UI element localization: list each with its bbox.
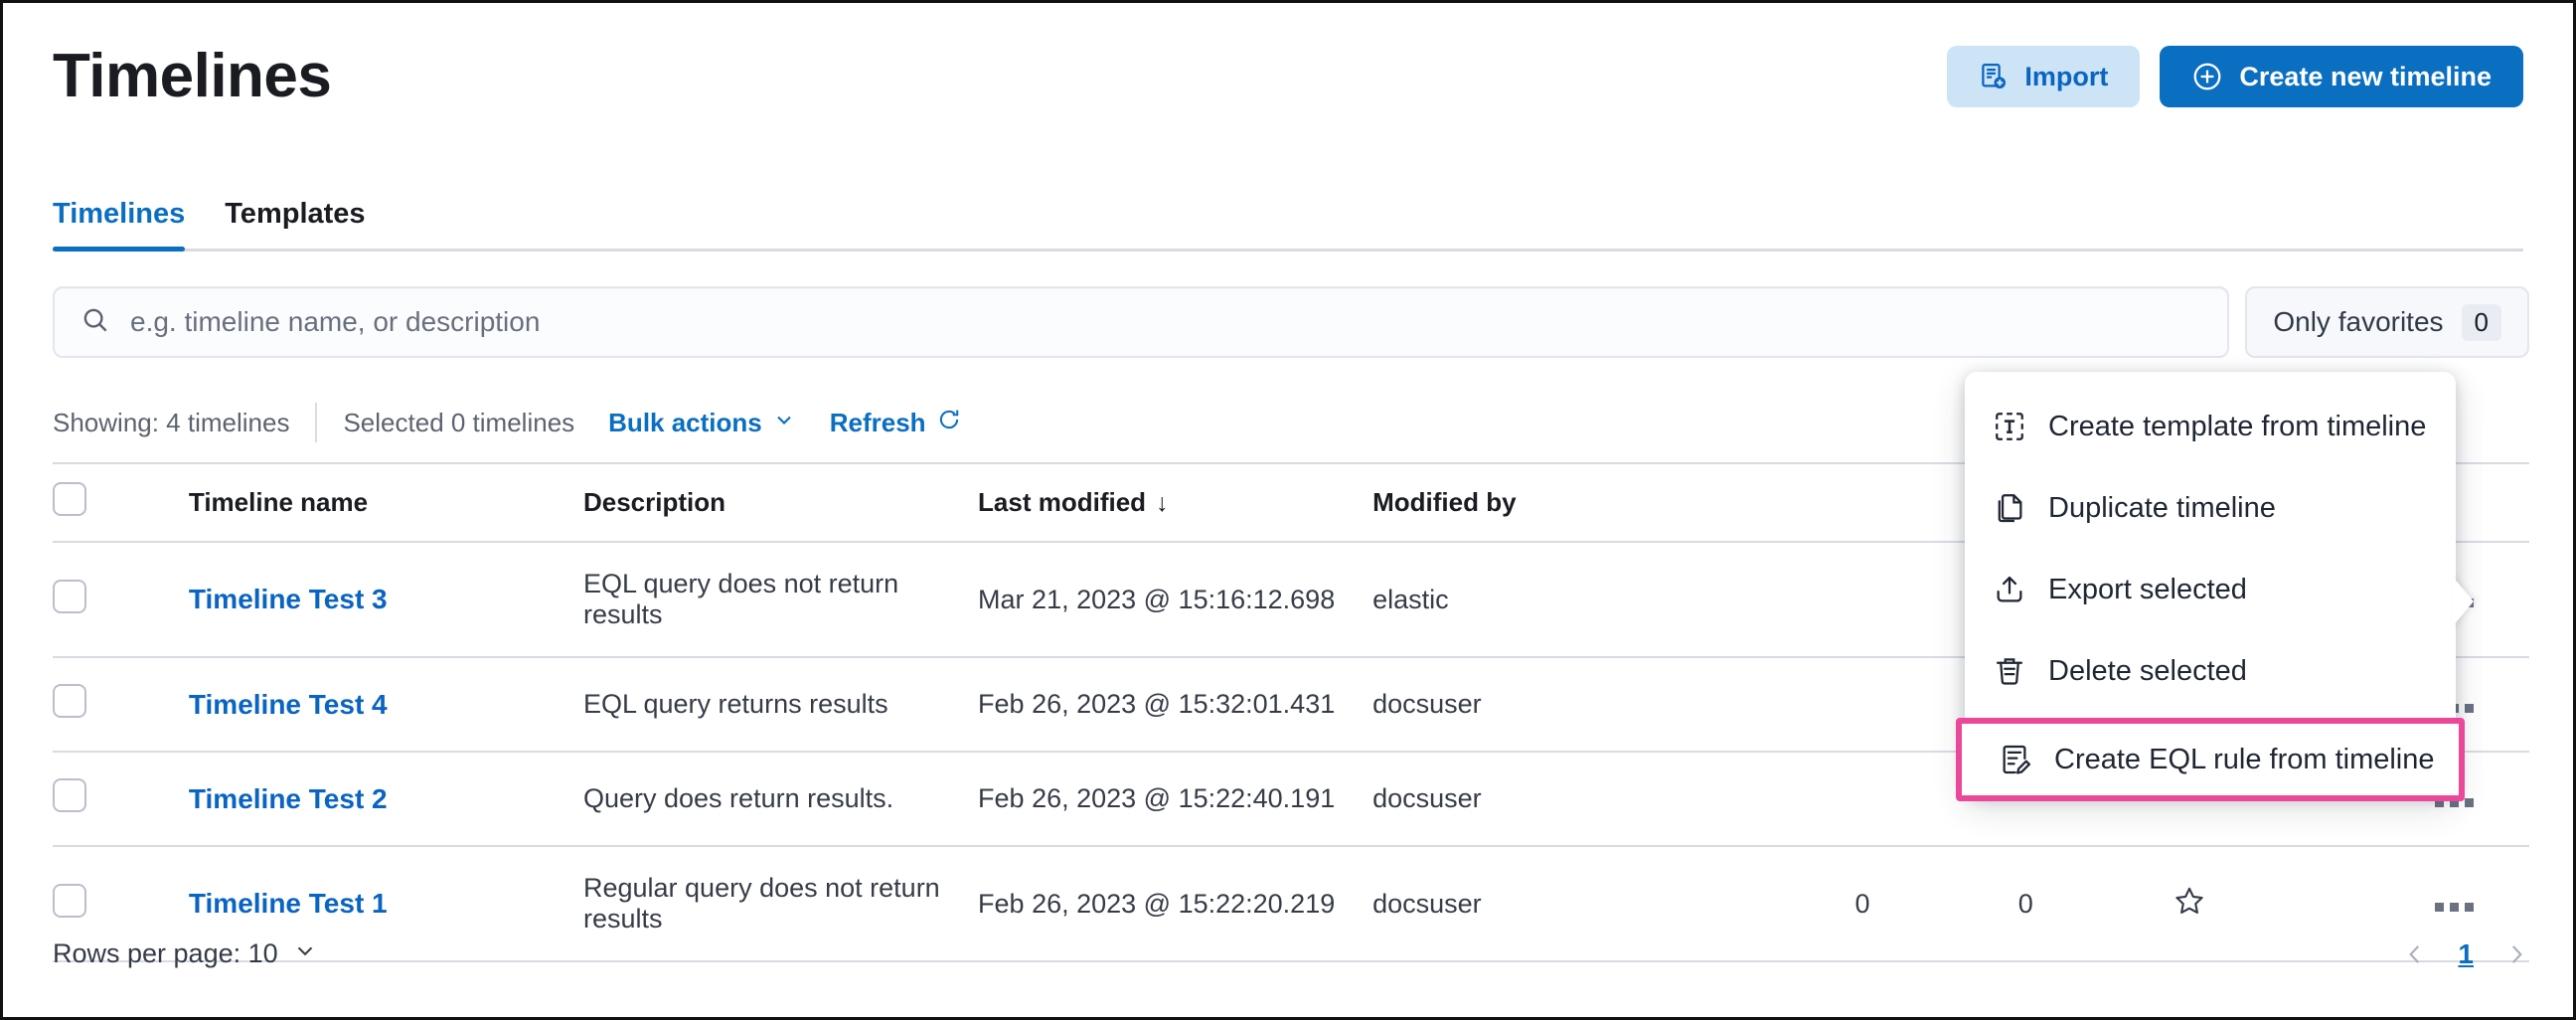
refresh-label: Refresh [830, 408, 926, 438]
row-checkbox[interactable] [53, 684, 86, 718]
menu-item-create-eql-rule-from-timeline[interactable]: Create EQL rule from timeline [1956, 718, 2465, 801]
menu-item-delete-selected[interactable]: Delete selected [1965, 630, 2456, 712]
trash-icon [1993, 654, 2026, 688]
page-number-1[interactable]: 1 [2458, 938, 2474, 970]
create-new-timeline-label: Create new timeline [2239, 62, 2492, 92]
refresh-button[interactable]: Refresh [830, 407, 962, 439]
menu-item-export-selected[interactable]: Export selected [1965, 549, 2456, 630]
select-all-checkbox[interactable] [53, 482, 86, 516]
row-description-cell: EQL query returns results [583, 657, 978, 752]
bulk-actions-label: Bulk actions [608, 408, 762, 438]
row-actions-menu-button[interactable] [2427, 895, 2482, 920]
select-all-header [53, 463, 189, 542]
row-name-cell: Timeline Test 3 [189, 542, 583, 657]
menu-item-duplicate-timeline[interactable]: Duplicate timeline [1965, 467, 2456, 549]
timeline-name-link[interactable]: Timeline Test 3 [189, 584, 388, 614]
favorite-star-icon[interactable] [2173, 884, 2206, 918]
row-modified-by-cell: docsuser [1372, 752, 1781, 846]
tab-templates[interactable]: Templates [205, 198, 385, 249]
create-new-timeline-button[interactable]: Create new timeline [2160, 46, 2523, 107]
row-modified-by-cell: elastic [1372, 542, 1781, 657]
row-last-modified-cell: Mar 21, 2023 @ 15:16:12.698 [978, 542, 1372, 657]
chevron-down-icon [772, 408, 796, 438]
row-description-cell: Query does return results. [583, 752, 978, 846]
export-icon [1993, 573, 2026, 606]
row-last-modified-cell: Feb 26, 2023 @ 15:32:01.431 [978, 657, 1372, 752]
menu-item-create-template-from-timeline[interactable]: Create template from timeline [1965, 386, 2456, 467]
context-menu-pointer [2452, 576, 2474, 627]
row-name-cell: Timeline Test 2 [189, 752, 583, 846]
import-button-label: Import [2024, 62, 2108, 92]
menu-item-label: Create EQL rule from timeline [2054, 744, 2435, 776]
column-header-notes [1781, 463, 1944, 542]
plus-circle-icon [2191, 61, 2223, 92]
page-title: Timelines [53, 46, 331, 107]
column-header-modified-by[interactable]: Modified by [1372, 463, 1781, 542]
rows-per-page-button[interactable]: Rows per page: 10 [53, 937, 318, 970]
search-box[interactable] [53, 286, 2229, 358]
row-notes-cell [1781, 752, 1944, 846]
next-page-button[interactable] [2503, 939, 2529, 969]
menu-item-label: Create template from timeline [2048, 411, 2426, 443]
showing-count: Showing: 4 timelines [53, 408, 289, 438]
refresh-icon [936, 407, 962, 439]
row-last-modified-cell: Feb 26, 2023 @ 15:22:40.191 [978, 752, 1372, 846]
row-modified-by-cell: docsuser [1372, 657, 1781, 752]
column-header-description[interactable]: Description [583, 463, 978, 542]
timelines-page: Timelines Import [0, 0, 2576, 1020]
only-favorites-count: 0 [2462, 304, 2501, 341]
row-select-cell [53, 752, 189, 846]
menu-item-label: Duplicate timeline [2048, 492, 2276, 525]
search-input[interactable] [130, 306, 2201, 338]
row-description-cell: EQL query does not return results [583, 542, 978, 657]
only-favorites-label: Only favorites [2273, 306, 2443, 338]
header-actions: Import Create new timeline [1947, 46, 2523, 107]
sort-descending-icon: ↓ [1156, 489, 1169, 517]
tab-timelines[interactable]: Timelines [53, 198, 205, 249]
toolbar-divider [315, 403, 317, 442]
bulk-actions-button[interactable]: Bulk actions [608, 408, 796, 438]
table-footer: Rows per page: 10 1 [53, 937, 2529, 970]
timeline-name-link[interactable]: Timeline Test 4 [189, 689, 388, 720]
previous-page-button[interactable] [2402, 939, 2428, 969]
timeline-name-link[interactable]: Timeline Test 1 [189, 888, 388, 919]
row-select-cell [53, 542, 189, 657]
column-header-last-modified-label: Last modified [978, 487, 1146, 517]
tabs-bar: Timelines Templates [53, 178, 2523, 252]
menu-item-label: Export selected [2048, 574, 2247, 606]
rows-per-page-label: Rows per page: 10 [53, 938, 278, 969]
create-template-icon [1993, 410, 2026, 443]
row-actions-context-menu: Create template from timeline Duplicate … [1965, 372, 2456, 795]
duplicate-icon [1993, 491, 2026, 525]
page-header: Timelines Import [3, 3, 2573, 150]
selected-count: Selected 0 timelines [343, 408, 574, 438]
row-notes-cell [1781, 657, 1944, 752]
import-icon [1979, 62, 2009, 91]
eql-rule-icon [1999, 743, 2032, 776]
row-notes-cell [1781, 542, 1944, 657]
row-checkbox[interactable] [53, 778, 86, 812]
row-checkbox[interactable] [53, 580, 86, 613]
import-button[interactable]: Import [1947, 46, 2140, 107]
row-select-cell [53, 657, 189, 752]
table-toolbar: Showing: 4 timelines Selected 0 timeline… [53, 401, 962, 444]
search-icon [80, 305, 110, 340]
chevron-down-icon [292, 937, 318, 970]
pagination: 1 [2402, 938, 2529, 970]
only-favorites-button[interactable]: Only favorites 0 [2245, 286, 2529, 358]
menu-item-label: Delete selected [2048, 655, 2247, 688]
column-header-timeline-name[interactable]: Timeline name [189, 463, 583, 542]
column-header-last-modified[interactable]: Last modified ↓ [978, 463, 1372, 542]
timeline-name-link[interactable]: Timeline Test 2 [189, 783, 388, 814]
search-row: Only favorites 0 [53, 286, 2529, 358]
row-name-cell: Timeline Test 4 [189, 657, 583, 752]
row-checkbox[interactable] [53, 884, 86, 918]
